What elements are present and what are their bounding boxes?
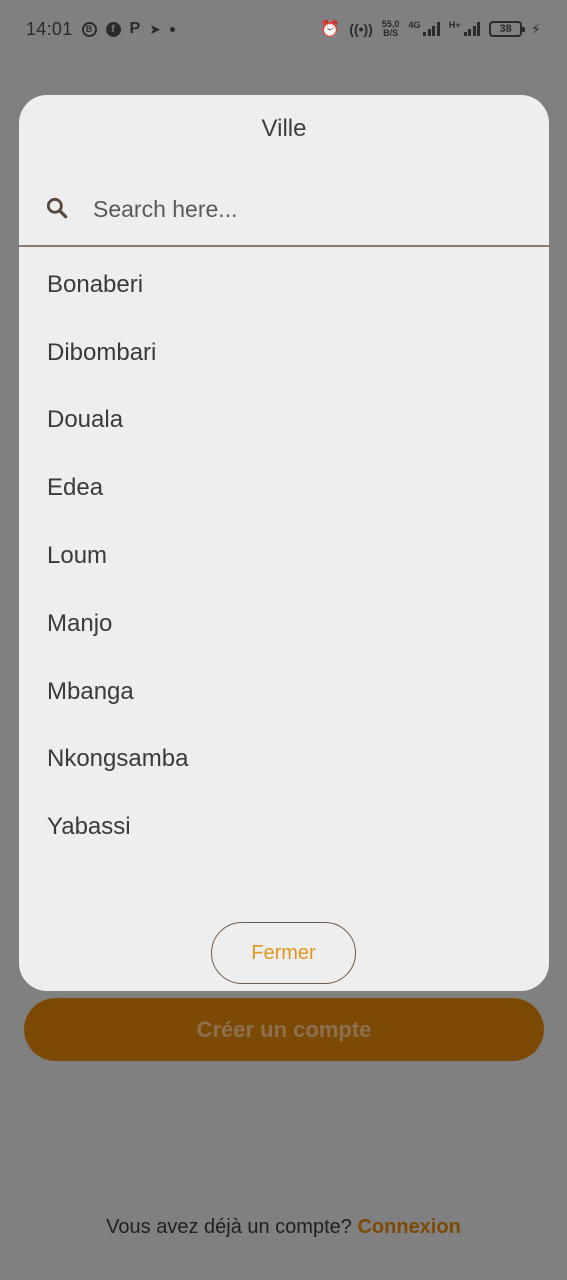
- alarm-icon: ⏰: [320, 21, 341, 38]
- login-prompt-line: Vous avez déjà un compte? Connexion: [0, 1216, 567, 1239]
- network-type-1: 4G: [408, 20, 421, 30]
- signal-icon: [423, 22, 440, 36]
- network-speed: 55,0 B/S: [382, 20, 400, 38]
- login-prompt-text: Vous avez déjà un compte?: [106, 1216, 352, 1238]
- search-bar: [19, 181, 549, 247]
- status-bar: 14:01 B f P ➤ ⏰ ((•)) 55,0 B/S 4G H+ 38 …: [0, 0, 567, 58]
- network-speed-unit: B/S: [383, 28, 399, 38]
- b-app-icon: B: [81, 21, 97, 37]
- hotspot-icon: ((•)): [349, 21, 373, 37]
- city-item-dibombari[interactable]: Dibombari: [19, 319, 549, 387]
- search-input[interactable]: [93, 189, 513, 229]
- search-icon: [46, 197, 68, 219]
- battery-icon: 38: [489, 21, 526, 37]
- login-link[interactable]: Connexion: [357, 1216, 460, 1238]
- facebook-icon: f: [105, 21, 121, 37]
- signal-icon-2: [463, 22, 481, 36]
- clock: 14:01: [26, 18, 73, 39]
- p-app-icon: P: [129, 20, 141, 37]
- city-item-yabassi[interactable]: Yabassi: [19, 793, 549, 861]
- city-item-nkongsamba[interactable]: Nkongsamba: [19, 726, 549, 794]
- telegram-icon: ➤: [149, 20, 161, 37]
- city-item-bonaberi[interactable]: Bonaberi: [19, 251, 549, 319]
- city-list: Bonaberi Dibombari Douala Edea Loum Manj…: [19, 251, 549, 861]
- city-item-manjo[interactable]: Manjo: [19, 590, 549, 658]
- charging-icon: ⚡: [531, 20, 541, 37]
- more-notifications-icon: [169, 26, 175, 32]
- city-item-douala[interactable]: Douala: [19, 387, 549, 455]
- create-account-button[interactable]: Créer un compte: [24, 998, 544, 1061]
- city-item-loum[interactable]: Loum: [19, 522, 549, 590]
- dialog-title: Ville: [261, 115, 307, 142]
- network-type-2: H+: [448, 20, 461, 30]
- city-item-edea[interactable]: Edea: [19, 454, 549, 522]
- city-picker-dialog: Ville Bonaberi Dibombari Douala Edea Lou…: [19, 95, 549, 991]
- city-item-mbanga[interactable]: Mbanga: [19, 658, 549, 726]
- close-button[interactable]: Fermer: [211, 922, 356, 984]
